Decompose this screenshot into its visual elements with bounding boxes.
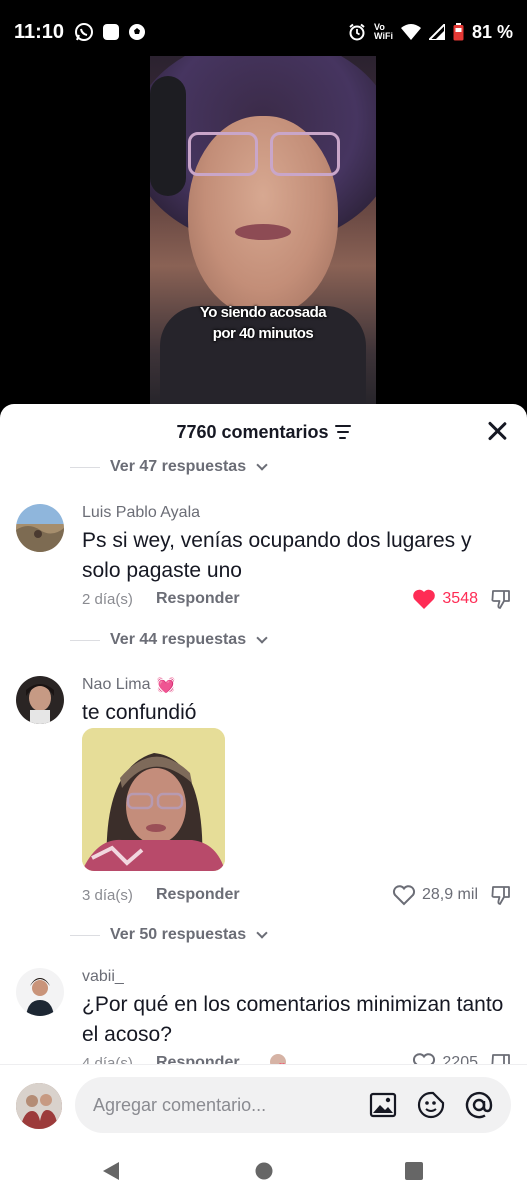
comment-input-container[interactable]: [75, 1077, 511, 1133]
whatsapp-icon: [75, 23, 94, 41]
view-replies-label: Ver 50 respuestas: [110, 926, 247, 943]
chevron-down-icon: [256, 927, 268, 939]
comment-body: Nao Lima 💓 te confundió: [82, 676, 512, 728]
recents-icon[interactable]: [404, 1160, 424, 1182]
status-bar: 11:10 Vo WiFi 81 %: [0, 0, 527, 64]
video-caption-line1: Yo siendo acosada: [199, 304, 327, 321]
view-replies-label: Ver 47 respuestas: [110, 458, 247, 475]
wifi-icon: [400, 24, 421, 40]
dislike-icon[interactable]: [490, 884, 512, 906]
notification-icons: [74, 22, 146, 42]
comment-body: vabii_ ¿Por qué en los comentarios minim…: [82, 968, 512, 1050]
like-count: 28,9 mil: [421, 886, 478, 903]
video-lips: [235, 224, 291, 240]
video-glasses: [186, 132, 342, 178]
comment-input[interactable]: [93, 1077, 363, 1133]
video-frame: Yo siendo acosada por 40 minutos: [150, 56, 376, 406]
divider: [70, 934, 100, 936]
my-avatar: [16, 1083, 62, 1129]
comment-date: 3 día(s): [82, 886, 133, 904]
comment-item: vabii_ ¿Por qué en los comentarios minim…: [16, 968, 516, 1074]
video-player[interactable]: Yo siendo acosada por 40 minutos: [0, 56, 527, 406]
sort-filter-icon[interactable]: [334, 425, 351, 439]
back-icon[interactable]: [101, 1160, 121, 1182]
home-icon[interactable]: [254, 1160, 274, 1182]
signal-icon: [428, 24, 445, 40]
comments-header: 7760 comentarios: [0, 404, 527, 460]
status-right: Vo WiFi 81 %: [348, 22, 513, 43]
comment-meta: 2 día(s) Responder 3548: [82, 588, 512, 610]
avatar[interactable]: [16, 504, 64, 552]
pink-heart-emoji: 💓: [156, 677, 176, 694]
app-notification-icon: [103, 24, 120, 40]
comment-input-bar: [0, 1064, 527, 1146]
comment-text: Ps si wey, venías ocupando dos lugares y…: [82, 529, 472, 582]
comment-image[interactable]: [82, 728, 225, 871]
avatar[interactable]: [16, 676, 64, 724]
comment-username[interactable]: Nao Lima 💓: [82, 676, 512, 694]
comment-meta: 3 día(s) Responder 28,9 mil: [82, 884, 512, 906]
comment-text: te confundió: [82, 701, 197, 724]
vowifi-icon: Vo WiFi: [374, 22, 393, 41]
mention-icon[interactable]: [465, 1091, 493, 1119]
view-replies-label: Ver 44 respuestas: [110, 631, 247, 648]
divider: [70, 466, 100, 468]
status-time: 11:10: [14, 20, 65, 43]
battery-percent: 81 %: [471, 21, 513, 42]
battery-icon: [453, 23, 464, 41]
comment-item: Luis Pablo Ayala Ps si wey, venías ocupa…: [16, 504, 516, 624]
soccer-ball-icon: [129, 24, 146, 40]
comment-username[interactable]: Luis Pablo Ayala: [82, 504, 512, 522]
video-headphone: [150, 76, 186, 196]
chevron-down-icon: [256, 632, 268, 644]
like-button[interactable]: 3548: [412, 588, 478, 610]
heart-filled-icon: [413, 589, 436, 609]
chevron-down-icon: [256, 459, 268, 471]
dislike-icon[interactable]: [490, 588, 512, 610]
heart-outline-icon: [392, 885, 415, 906]
like-button[interactable]: 28,9 mil: [392, 884, 478, 906]
close-icon[interactable]: [485, 419, 509, 443]
view-replies-button[interactable]: Ver 44 respuestas: [70, 631, 268, 649]
view-replies-button[interactable]: Ver 47 respuestas: [70, 458, 268, 476]
comment-username[interactable]: vabii_: [82, 968, 512, 986]
reply-button[interactable]: Responder: [156, 886, 240, 904]
comment-text: ¿Por qué en los comentarios minimizan ta…: [82, 993, 504, 1046]
comment-body: Luis Pablo Ayala Ps si wey, venías ocupa…: [82, 504, 512, 586]
view-replies-button[interactable]: Ver 50 respuestas: [70, 926, 268, 944]
emoji-sticker-icon[interactable]: [417, 1091, 445, 1119]
alarm-icon: [349, 23, 365, 41]
image-icon[interactable]: [369, 1091, 397, 1119]
reply-button[interactable]: Responder: [156, 590, 240, 608]
system-nav-bar: [0, 1146, 527, 1200]
video-caption: Yo siendo acosada por 40 minutos: [150, 302, 376, 344]
comment-date: 2 día(s): [82, 590, 133, 608]
divider: [70, 639, 100, 641]
like-count: 3548: [442, 590, 478, 607]
comments-count-title: 7760 comentarios: [176, 421, 329, 442]
video-caption-line2: por 40 minutos: [212, 325, 314, 342]
avatar[interactable]: [16, 968, 64, 1016]
